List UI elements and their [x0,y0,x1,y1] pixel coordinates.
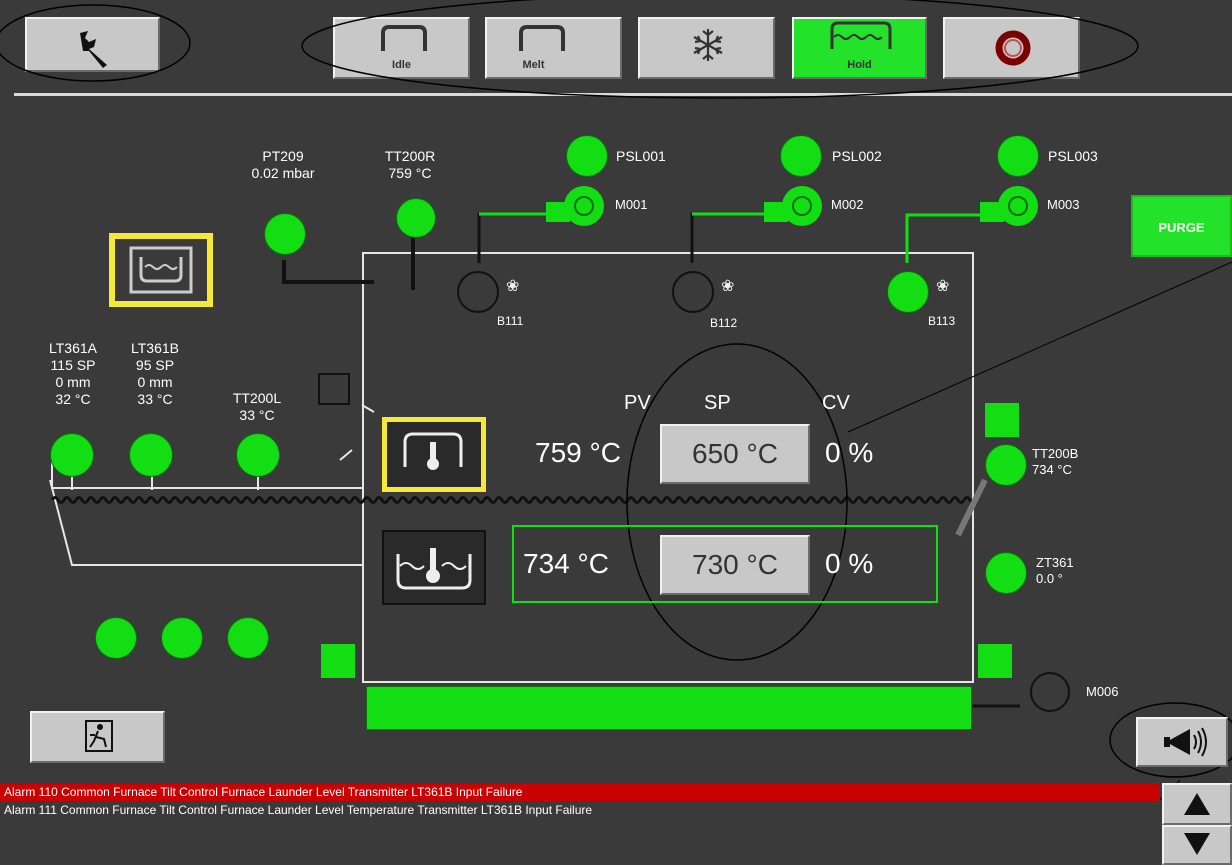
tt200l-name: TT200L [232,390,282,406]
fan-m006-icon[interactable] [1030,672,1070,712]
psl002-label: PSL002 [832,148,882,164]
tt200b-square [985,403,1019,437]
tt200r-name: TT200R [384,148,436,164]
lt361a-level: 0 mm [55,374,91,390]
arrow-up-icon [1184,793,1210,815]
roof-cv-value: 0 % [825,437,874,468]
lt361b-level: 0 mm [137,374,173,390]
sp-header: SP [704,392,731,414]
bath-cv-value: 0 % [825,548,874,579]
tt200l-label: TT200L 33 °C [212,390,302,424]
purge-label: PURGE [1158,220,1205,235]
lt361b-temp: 33 °C [137,391,173,407]
zt361-indicator[interactable] [985,552,1027,594]
burner-b111-indicator[interactable] [457,271,499,313]
zt361-value: 0.0 ° [1036,571,1063,586]
bath-temp-icon[interactable] [382,530,486,605]
tt200b-name: TT200B [1032,446,1079,461]
psl001-label: PSL001 [616,148,666,164]
lt361a-label: LT361A 115 SP 0 mm 32 °C [28,340,118,408]
lt361a-sp: 115 SP [50,357,96,373]
process-schematic [0,0,1232,865]
tt200b-label: TT200B 734 °C [1032,446,1078,478]
flame-b112-icon: ❀ [721,278,735,295]
b113-label: B113 [928,314,956,328]
pump-1-indicator[interactable] [95,617,137,659]
left-feed-square [321,644,355,678]
lt361a-temp: 32 °C [55,391,91,407]
lt361b-sp: 95 SP [135,357,175,373]
exit-icon [85,720,113,752]
horn-icon [1164,727,1207,757]
cv-header: CV [822,392,850,414]
lt361a-name: LT361A [49,340,97,356]
zt361-name: ZT361 [1036,555,1074,570]
bath-sp-input[interactable]: 730 °C [660,535,810,595]
m003-label: M003 [1047,197,1080,212]
exit-button[interactable] [30,711,165,763]
alarm-list: Alarm 110 Common Furnace Tilt Control Fu… [0,780,1160,865]
door-switch-square [318,373,350,405]
psl003-label: PSL003 [1048,148,1098,164]
fan-m001-icon[interactable] [546,184,606,230]
lt361a-indicator[interactable] [50,433,94,477]
pump-2-indicator[interactable] [161,617,203,659]
arrow-down-icon [1184,833,1210,855]
psl002-indicator[interactable] [780,135,822,177]
m001-label: M001 [615,197,648,212]
tt200r-label: TT200R 759 °C [365,148,455,182]
fan-m003-icon[interactable] [980,184,1040,230]
pt209-value: 0.02 mbar [251,165,315,181]
tilt-bar [366,686,972,730]
lt361b-name: LT361B [131,340,179,356]
bath-pv-value: 734 °C [523,548,609,579]
flame-b111-icon: ❀ [506,278,520,295]
tt200b-indicator[interactable] [985,444,1027,486]
roof-temp-icon[interactable] [382,417,486,492]
b112-label: B112 [710,316,738,330]
pv-header: PV [624,392,651,414]
lt361b-label: LT361B 95 SP 0 mm 33 °C [110,340,200,408]
psl001-indicator[interactable] [566,135,608,177]
heater-indicator[interactable] [227,617,269,659]
fan-m002-icon[interactable] [764,184,824,230]
roof-pv-value: 759 °C [535,437,621,468]
roof-sp-input[interactable]: 650 °C [660,424,810,484]
pt209-label: PT209 0.02 mbar [228,148,338,182]
flame-b113-icon: ❀ [936,278,950,295]
horn-button[interactable] [1136,717,1228,767]
pt209-name: PT209 [262,148,304,164]
tt200r-value: 759 °C [388,165,432,181]
alarm-row[interactable]: Alarm 111 Common Furnace Tilt Control Fu… [0,801,1160,819]
m006-label: M006 [1086,684,1119,699]
pt209-indicator[interactable] [264,213,306,255]
scroll-up-button[interactable] [1162,783,1232,825]
b111-label: B111 [497,314,524,328]
ladle-status-icon[interactable] [109,233,213,307]
burner-b112-indicator[interactable] [672,271,714,313]
tt200r-indicator[interactable] [396,198,436,238]
burner-b113-indicator[interactable] [887,271,929,313]
psl003-indicator[interactable] [997,135,1039,177]
m002-label: M002 [831,197,864,212]
tt200l-temp: 33 °C [239,407,275,423]
alarm-row[interactable]: Alarm 110 Common Furnace Tilt Control Fu… [0,783,1160,801]
lt361b-indicator[interactable] [129,433,173,477]
purge-button[interactable]: PURGE [1131,195,1232,257]
zt361-label: ZT361 0.0 ° [1036,555,1074,587]
scroll-down-button[interactable] [1162,825,1232,865]
tt200l-indicator[interactable] [236,433,280,477]
hmi-screen: Idle Melt Hold ❀ ❀ ❀ PURGE PV SP CV 759 … [0,0,1232,865]
right-feed-square [978,644,1012,678]
tt200b-value: 734 °C [1032,462,1072,477]
